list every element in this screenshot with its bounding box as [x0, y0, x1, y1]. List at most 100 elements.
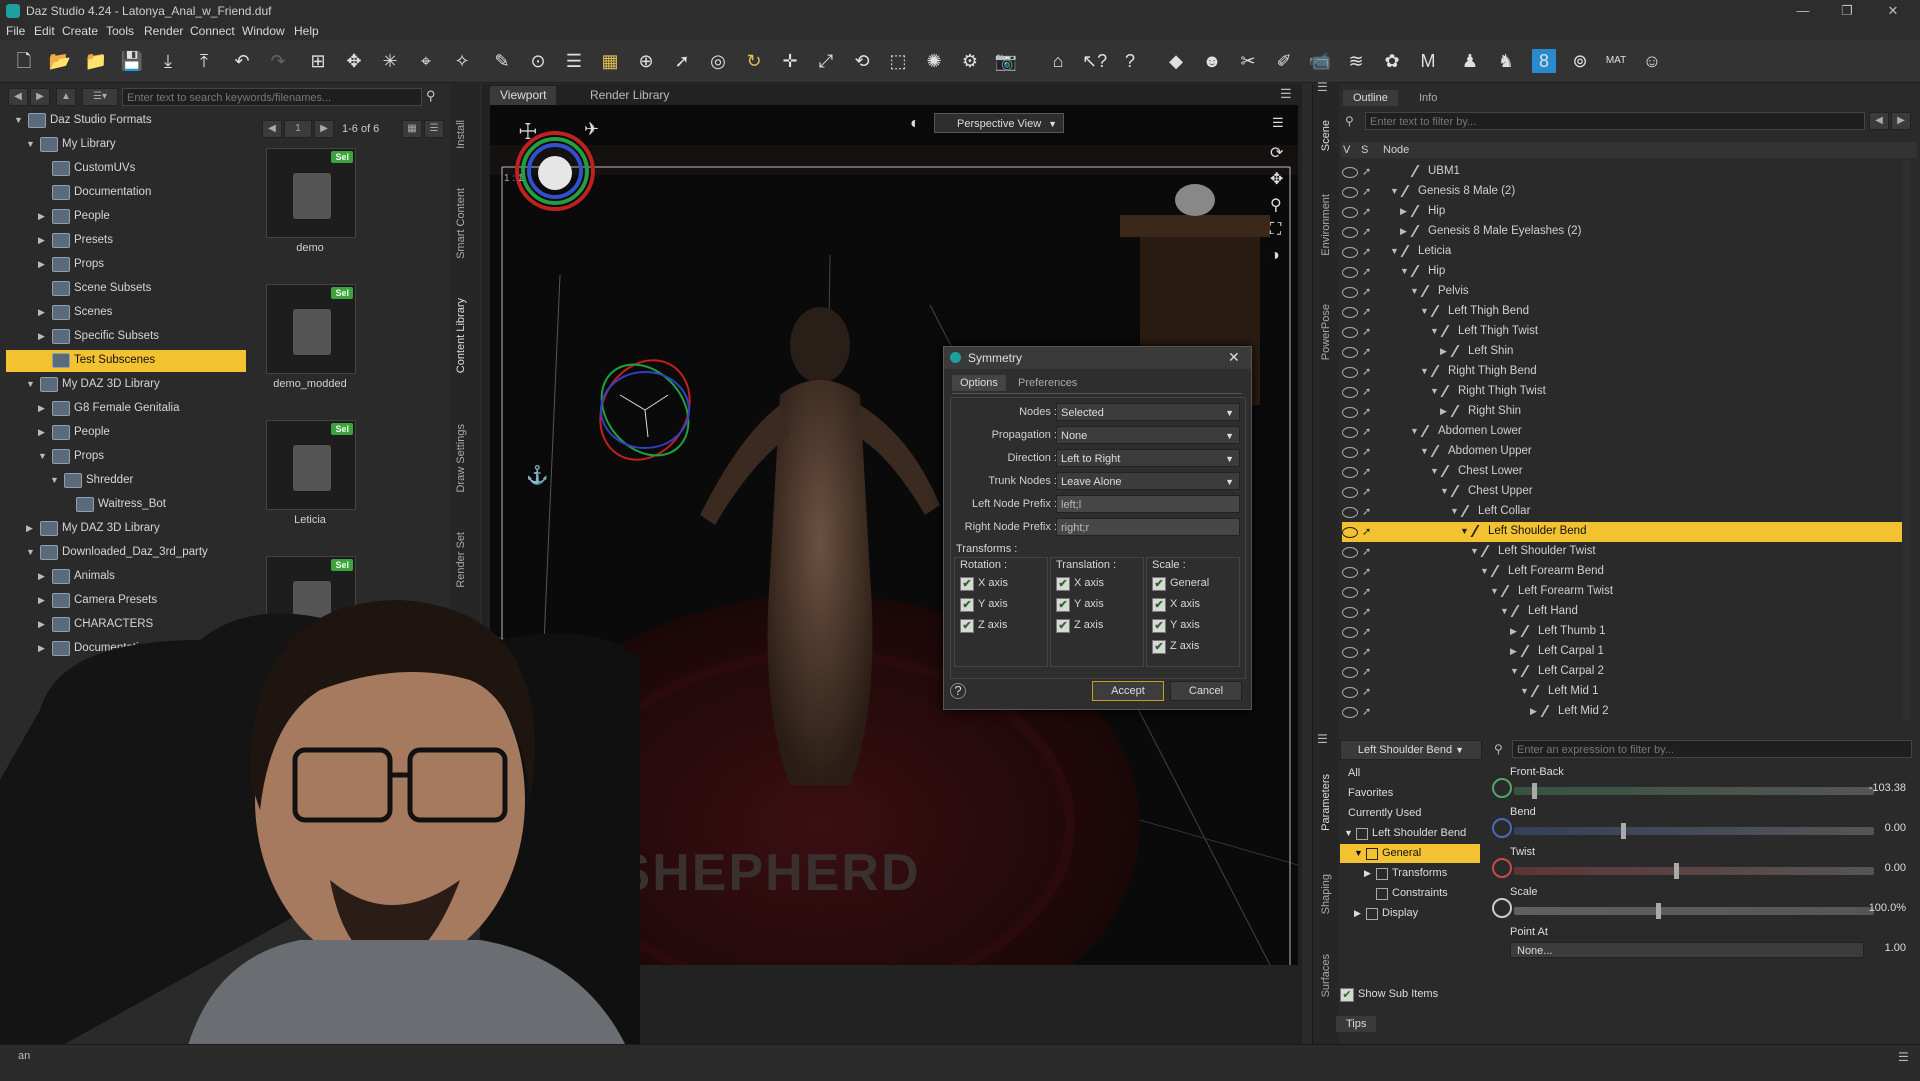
new-file-icon[interactable]: 🗋 [12, 49, 36, 73]
selectable-icon[interactable]: ➚ [1362, 525, 1371, 538]
pin-icon[interactable]: ✈ [584, 119, 599, 140]
open-recent-icon[interactable]: 📁 [84, 49, 108, 73]
selectable-icon[interactable]: ➚ [1362, 425, 1371, 438]
selectable-icon[interactable]: ➚ [1362, 705, 1371, 718]
open-icon[interactable]: 📂 [48, 49, 72, 73]
light-icon[interactable]: ✺ [922, 49, 946, 73]
gizmo-icon[interactable]: ⚓ [526, 465, 548, 486]
up-icon[interactable]: ▲ [56, 88, 76, 106]
page-number[interactable]: 1 [284, 120, 312, 138]
scene-scrollbar[interactable] [1903, 160, 1911, 720]
tab-content-library[interactable]: Content Library [455, 298, 467, 373]
visibility-eye-icon[interactable] [1342, 647, 1358, 658]
render-settings-icon[interactable]: ⚙ [958, 49, 982, 73]
forward-icon[interactable]: ▶ [30, 88, 50, 106]
grid-icon[interactable]: ▦ [598, 49, 622, 73]
next-page-icon[interactable]: ▶ [314, 120, 334, 138]
visibility-eye-icon[interactable] [1342, 427, 1358, 438]
visibility-eye-icon[interactable] [1342, 447, 1358, 458]
content-tile[interactable]: Sel [266, 420, 356, 510]
user-icon[interactable]: ☺ [1640, 49, 1664, 73]
parameter-value[interactable]: 0.00 [1885, 822, 1906, 834]
chevron-right-icon[interactable]: ▶ [38, 427, 45, 438]
parameter-slider[interactable] [1514, 783, 1874, 799]
scene-tree-row[interactable]: ➚ ▼ Left Thigh Twist [1342, 322, 1902, 342]
menu-help[interactable]: Help [294, 24, 319, 38]
axis-checkbox[interactable]: ✔ [1152, 619, 1166, 633]
strand-icon[interactable]: ✿ [1380, 49, 1404, 73]
tab-preferences[interactable]: Preferences [1010, 375, 1085, 391]
visibility-eye-icon[interactable] [1342, 567, 1358, 578]
library-tree-item[interactable]: ▶ My DAZ 3D Library [6, 518, 246, 540]
pose-tool-icon[interactable]: ✎ [490, 49, 514, 73]
scene-tree-row[interactable]: ➚ ▼ Abdomen Upper [1342, 442, 1902, 462]
scene-tree-row[interactable]: ➚ ▼ Chest Lower [1342, 462, 1902, 482]
chevron-down-icon[interactable]: ▼ [1490, 586, 1499, 596]
library-tree-item[interactable]: ▶ Specific Subsets [6, 326, 246, 348]
node-tool-icon[interactable]: ⊙ [526, 49, 550, 73]
scene-panel-menu-icon[interactable]: ☰ [1317, 80, 1328, 94]
show-sub-items-checkbox[interactable]: ✔ [1340, 988, 1354, 1002]
point-at-field[interactable]: None... [1510, 942, 1864, 958]
target-icon[interactable]: ◎ [706, 49, 730, 73]
menu-render[interactable]: Render [144, 24, 183, 38]
tab-powerpose[interactable]: PowerPose [1320, 304, 1332, 360]
chevron-down-icon[interactable]: ▼ [38, 451, 47, 461]
prefix-input[interactable]: right;r [1056, 518, 1240, 536]
visibility-eye-icon[interactable] [1342, 467, 1358, 478]
parameter-slider[interactable] [1514, 863, 1874, 879]
menu-create[interactable]: Create [62, 24, 98, 38]
parameter-value[interactable]: -103.38 [1869, 782, 1906, 794]
filter-prev-icon[interactable]: ◀ [1869, 112, 1889, 130]
param-category-item[interactable]: All [1340, 764, 1480, 783]
selectable-icon[interactable]: ➚ [1362, 445, 1371, 458]
library-tree-item[interactable]: ▼ My DAZ 3D Library [6, 374, 246, 396]
selectable-icon[interactable]: ➚ [1362, 285, 1371, 298]
prefix-input[interactable]: left;l [1056, 495, 1240, 513]
chevron-down-icon[interactable]: ▼ [1450, 506, 1459, 516]
scene-tree-row[interactable]: ➚ ▼ Abdomen Lower [1342, 422, 1902, 442]
chevron-down-icon[interactable]: ▼ [1420, 366, 1429, 376]
viewport-menu-icon[interactable]: ☰ [1272, 115, 1284, 131]
library-tree-item[interactable]: CustomUVs [6, 158, 246, 180]
scene-tree-row[interactable]: ➚ ▼ Left Forearm Bend [1342, 562, 1902, 582]
menu-connect[interactable]: Connect [190, 24, 235, 38]
render-icon[interactable]: 📷 [994, 49, 1018, 73]
visibility-eye-icon[interactable] [1342, 587, 1358, 598]
col-visible[interactable]: V [1343, 144, 1350, 156]
frame-icon[interactable]: ⛶ [1270, 221, 1281, 239]
scene-filter-input[interactable]: Enter text to filter by... [1365, 112, 1865, 130]
scene-tree-row[interactable]: ➚ ▶ Left Carpal 1 [1342, 642, 1902, 662]
chevron-down-icon[interactable]: ▼ [26, 139, 35, 149]
param-category-item[interactable]: ▶ Display [1340, 904, 1480, 923]
library-tree-item[interactable]: ▶ Presets [6, 230, 246, 252]
visibility-eye-icon[interactable] [1342, 627, 1358, 638]
chevron-right-icon[interactable]: ▶ [1510, 626, 1517, 637]
param-category-item[interactable]: Currently Used [1340, 804, 1480, 823]
search-icon[interactable]: ⚲ [426, 88, 436, 104]
chevron-down-icon[interactable]: ▼ [1520, 686, 1529, 696]
chevron-down-icon[interactable]: ▼ [26, 547, 35, 557]
library-tree-item[interactable]: ▼ Daz Studio Formats [6, 110, 246, 132]
visibility-eye-icon[interactable] [1342, 367, 1358, 378]
status-menu-icon[interactable]: ☰ [1898, 1050, 1909, 1064]
menu-window[interactable]: Window [242, 24, 285, 38]
node-selection-icon[interactable]: ⊞ [306, 49, 330, 73]
view-options-icon[interactable]: ☰▾ [82, 88, 118, 106]
param-category-item[interactable]: ▼ General [1340, 844, 1480, 863]
chevron-down-icon[interactable]: ▼ [50, 475, 59, 485]
slider-handle[interactable] [1656, 903, 1661, 919]
param-panel-menu-icon[interactable]: ☰ [1317, 732, 1328, 746]
chevron-right-icon[interactable]: ▶ [1440, 406, 1447, 417]
select-arrow-icon[interactable]: ➚ [670, 49, 694, 73]
content-tile[interactable]: Sel [266, 284, 356, 374]
chevron-down-icon[interactable]: ▼ [1480, 566, 1489, 576]
chevron-down-icon[interactable]: ▼ [1430, 326, 1439, 336]
camera-axis-icon[interactable]: ☩ [518, 119, 538, 145]
chevron-down-icon[interactable]: ▼ [1500, 606, 1509, 616]
tab-parameters[interactable]: Parameters [1320, 774, 1332, 831]
active-pose-icon[interactable]: ✧ [450, 49, 474, 73]
library-tree-item[interactable]: ▼ Props [6, 446, 246, 468]
tab-install[interactable]: Install [455, 120, 467, 149]
parameter-slider[interactable] [1514, 903, 1874, 919]
